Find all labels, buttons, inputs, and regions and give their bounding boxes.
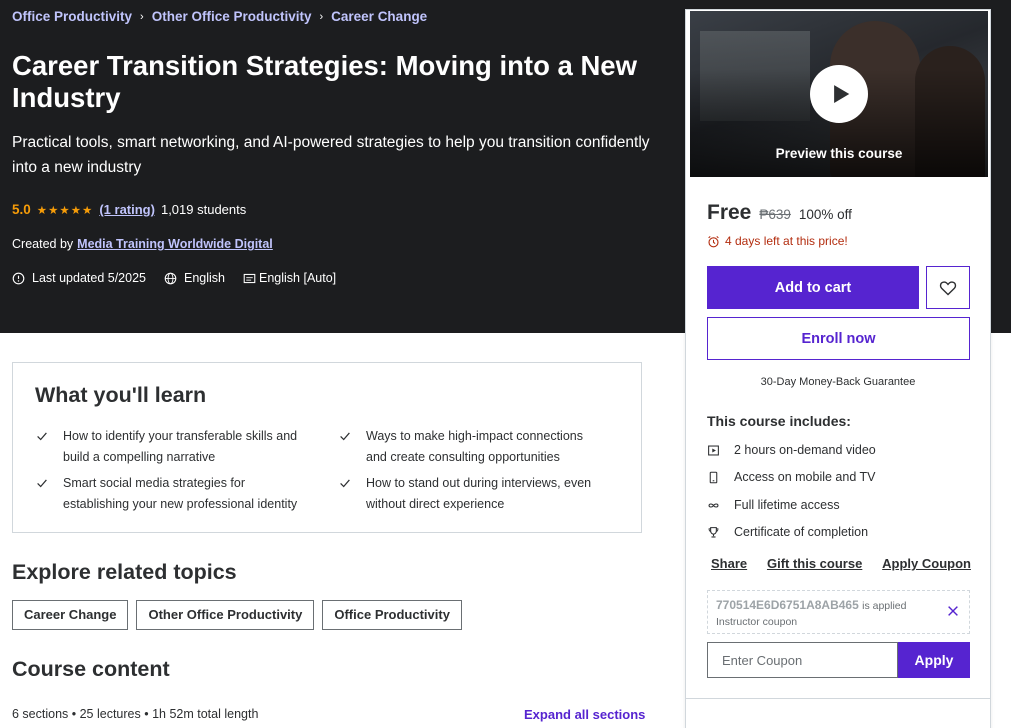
add-to-cart-button[interactable]: Add to cart [707,266,919,309]
video-icon [708,445,719,455]
breadcrumb-item-career-change[interactable]: Career Change [331,9,427,24]
card-divider [686,698,990,699]
breadcrumb: Office Productivity › Other Office Produ… [12,9,427,24]
captions: English [Auto] [243,271,336,285]
breadcrumb-item-other-office-productivity[interactable]: Other Office Productivity [152,9,312,24]
check-icon [37,432,47,441]
gift-course-button[interactable]: Gift this course [767,556,862,571]
discount-percent: 100% off [798,207,852,222]
rating-count-link[interactable]: (1 rating) [99,202,155,217]
learn-item-text: Smart social media strategies for establ… [63,476,298,511]
globe-icon [164,272,177,284]
coupon-input[interactable] [707,642,898,678]
current-price: Free [707,201,752,224]
apply-coupon-button[interactable]: Apply Coupon [882,556,971,571]
card-actions: Share Gift this course Apply Coupon [711,556,971,571]
language-text: English [184,271,225,285]
star-rating-icon: ★★★★★ [36,204,94,217]
coupon-code-line: 770514E6D6751A8AB465 is applied [716,598,907,612]
alarm-clock-icon [708,235,719,247]
course-meta: Last updated 5/2025 English English [Aut… [12,271,336,285]
last-updated: Last updated 5/2025 [12,271,146,285]
learn-item: Smart social media strategies for establ… [35,473,300,514]
captions-text: English [Auto] [259,271,337,285]
language: English [164,271,225,285]
chevron-right-icon: › [319,10,324,23]
original-price: ₱639 [759,207,791,222]
learn-item: Ways to make high-impact connections and… [338,426,603,467]
rating-value: 5.0 [12,202,31,217]
learn-item: How to identify your transferable skills… [35,426,300,467]
course-preview[interactable]: Preview this course [690,11,988,177]
learn-title: What you'll learn [35,383,207,407]
breadcrumb-item-office-productivity[interactable]: Office Productivity [12,9,132,24]
apply-button[interactable]: Apply [898,642,970,678]
expand-all-sections-button[interactable]: Expand all sections [524,707,645,722]
what-youll-learn: What you'll learn How to identify your t… [12,362,642,533]
play-button[interactable] [810,65,868,123]
close-icon[interactable] [946,604,960,618]
mobile-icon [709,471,718,483]
course-title: Career Transition Strategies: Moving int… [12,50,637,113]
check-icon [340,432,350,441]
include-item-text: 2 hours on-demand video [734,443,876,457]
related-topics: Career Change Other Office Productivity … [12,600,462,630]
check-icon [37,479,47,488]
coupon-applied-text: is applied [862,600,907,612]
include-item: Access on mobile and TV [707,470,876,484]
course-content-meta: 6 sections • 25 lectures • 1h 52m total … [12,707,259,721]
last-updated-text: Last updated 5/2025 [32,271,146,285]
trophy-icon [708,526,719,538]
price-row: Free ₱639 100% off [707,201,852,225]
includes-title: This course includes: [707,413,851,429]
applied-coupon: 770514E6D6751A8AB465 is applied Instruct… [707,590,970,634]
infinity-icon [708,502,719,508]
price-timer-text: 4 days left at this price! [725,234,848,248]
include-item: Full lifetime access [707,498,840,512]
enroll-now-button[interactable]: Enroll now [707,317,970,360]
course-content-title: Course content [12,657,170,681]
preview-label: Preview this course [775,146,903,161]
heart-icon [939,280,957,295]
alert-icon [12,272,25,284]
author-link[interactable]: Media Training Worldwide Digital [77,237,273,251]
price-timer: 4 days left at this price! [707,234,848,248]
course-subtitle: Practical tools, smart networking, and A… [12,134,650,176]
include-item: 2 hours on-demand video [707,443,876,457]
include-item-text: Full lifetime access [734,498,840,512]
topic-chip-career-change[interactable]: Career Change [12,600,129,630]
learn-item-text: How to stand out during interviews, even… [366,476,592,511]
coupon-type: Instructor coupon [716,616,798,628]
wishlist-button[interactable] [926,266,970,309]
topic-chip-office-productivity[interactable]: Office Productivity [322,600,462,630]
created-by: Created by Media Training Worldwide Digit… [12,237,273,251]
purchase-card: Preview this course Free ₱639 100% off 4… [685,9,991,728]
include-item: Certificate of completion [707,525,868,539]
play-icon [834,85,850,103]
rating-row: 5.0 ★★★★★ (1 rating) 1,019 students [12,202,246,217]
closed-caption-icon [243,273,256,283]
share-button[interactable]: Share [711,556,747,571]
money-back-guarantee: 30-Day Money-Back Guarantee [760,376,916,388]
coupon-code: 770514E6D6751A8AB465 [716,598,859,612]
related-topics-title: Explore related topics [12,560,237,584]
student-count: 1,019 students [160,202,247,217]
learn-item: How to stand out during interviews, even… [338,473,603,514]
include-item-text: Access on mobile and TV [734,470,876,484]
created-by-label: Created by [12,237,74,251]
learn-item-text: How to identify your transferable skills… [63,429,298,464]
include-item-text: Certificate of completion [734,525,869,539]
chevron-right-icon: › [140,10,144,23]
topic-chip-other-office-productivity[interactable]: Other Office Productivity [136,600,315,630]
check-icon [340,479,350,488]
learn-item-text: Ways to make high-impact connections and… [366,429,583,464]
